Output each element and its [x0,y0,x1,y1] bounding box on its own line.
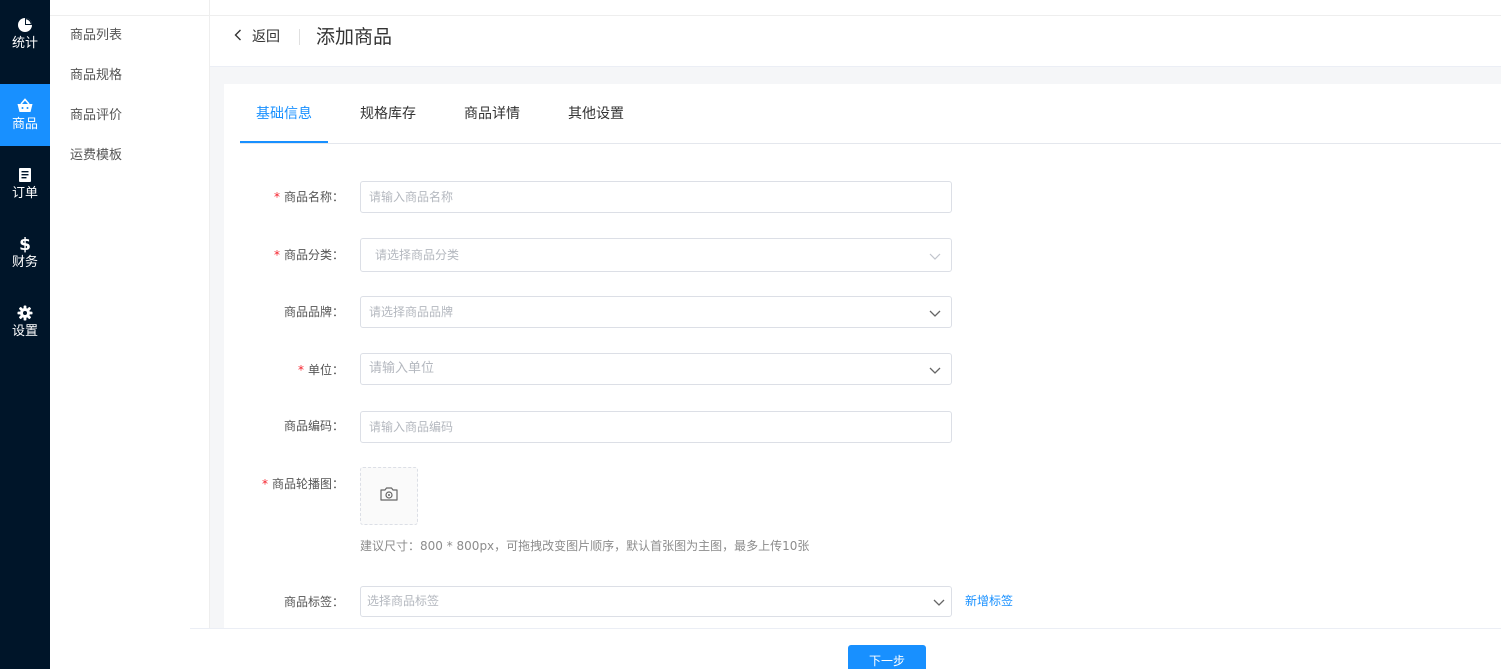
tab-bar: 基础信息 规格库存 商品详情 其他设置 [240,84,1501,144]
chevron-down-icon [929,307,941,319]
basket-icon [16,97,34,115]
divider [210,15,1501,16]
nav-item-orders[interactable]: 订单 [0,153,50,215]
submenu-item-shipping-templates[interactable]: 运费模板 [70,146,122,166]
product-tags-placeholder: 选择商品标签 [367,594,440,608]
product-category-placeholder: 请选择商品分类 [375,248,460,262]
nav-item-label: 统计 [11,36,38,51]
document-icon [16,166,34,184]
submenu-item-product-specs[interactable]: 商品规格 [70,66,122,86]
product-name-label: * 商品名称： [273,190,344,204]
form-card: 基础信息 规格库存 商品详情 其他设置 *商品名称： *商品分类： 请选择商品分… [224,84,1501,669]
tab-spec-stock[interactable]: 规格库存 [344,84,432,144]
chevron-left-icon [234,29,242,45]
gear-icon [16,304,34,322]
tab-basic-info[interactable]: 基础信息 [240,84,328,144]
back-label: 返回 [252,29,280,45]
required-mark: * [273,248,280,262]
chevron-down-icon [933,596,945,608]
submenu-item-product-reviews[interactable]: 商品评价 [70,106,122,126]
footer-bar: 下一步 [190,628,1501,669]
unit-select[interactable]: 请输入单位 [360,353,952,385]
product-name-input[interactable] [360,181,952,213]
required-mark: * [297,363,304,377]
page-header: 返回 添加商品 [210,0,1501,67]
divider [50,15,210,16]
product-brand-placeholder: 请选择商品品牌 [369,305,454,319]
product-code-input[interactable] [360,411,952,443]
next-step-button[interactable]: 下一步 [848,645,926,669]
nav-item-label: 订单 [11,186,38,201]
back-button[interactable]: 返回 [234,27,280,47]
product-tags-label: 商品标签： [283,595,344,609]
nav-item-label: 商品 [11,117,38,132]
image-upload-button[interactable] [360,467,418,525]
chevron-down-icon [929,364,941,376]
carousel-hint: 建议尺寸：800 * 800px，可拖拽改变图片顺序，默认首张图为主图，最多上传… [360,539,810,553]
required-mark: * [273,190,280,204]
divider [299,29,300,45]
tab-other-settings[interactable]: 其他设置 [552,84,640,144]
product-code-label: 商品编码： [283,419,344,433]
unit-label: * 单位： [297,363,344,377]
carousel-images-label: * 商品轮播图： [261,477,344,491]
secondary-nav: 商品列表 商品规格 商品评价 运费模板 [50,0,210,669]
tab-active-indicator [240,141,328,143]
tab-product-details[interactable]: 商品详情 [448,84,536,144]
nav-item-finance[interactable]: $ 财务 [0,222,50,284]
product-brand-select[interactable]: 请选择商品品牌 [360,296,952,328]
product-category-select[interactable]: 请选择商品分类 [360,238,952,272]
add-tag-link[interactable]: 新增标签 [965,591,1013,611]
product-brand-label: 商品品牌： [283,305,344,319]
dollar-icon: $ [16,235,34,253]
nav-item-products[interactable]: 商品 [0,84,50,146]
nav-item-settings[interactable]: 设置 [0,291,50,353]
unit-placeholder: 请输入单位 [369,361,435,376]
required-mark: * [261,477,268,491]
camera-icon [379,486,399,506]
nav-item-label: 设置 [11,324,38,339]
chevron-down-icon [929,250,941,262]
svg-text:$: $ [19,235,31,253]
pie-chart-icon [16,16,34,34]
nav-item-stats[interactable]: 统计 [0,3,50,65]
submenu-item-product-list[interactable]: 商品列表 [70,26,122,46]
page-title: 添加商品 [316,26,393,48]
product-tags-select[interactable]: 选择商品标签 [360,586,952,617]
primary-nav: 统计 商品 订单 $ 财务 设置 [0,0,50,669]
product-category-label: * 商品分类： [273,248,344,262]
nav-item-label: 财务 [11,255,38,270]
